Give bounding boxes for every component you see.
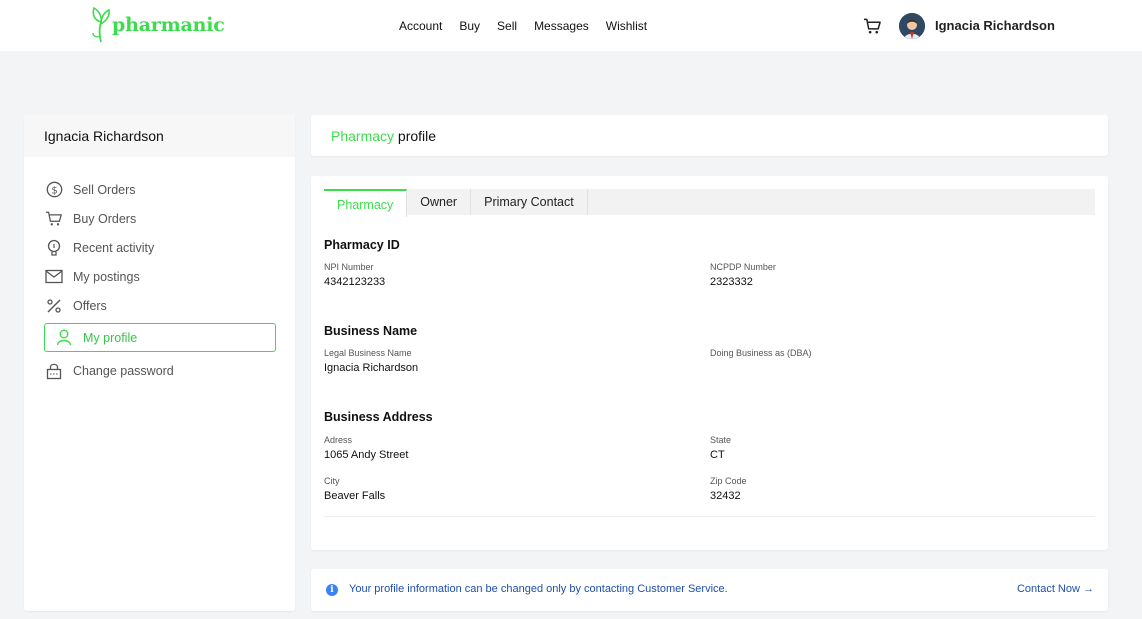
sidebar-item-label: Buy Orders <box>73 211 137 226</box>
user-avatar-icon <box>899 13 925 39</box>
svg-text:$: $ <box>51 185 57 196</box>
section-title-pharmacy-id: Pharmacy ID <box>324 238 400 252</box>
sidebar-item-my-postings[interactable]: My postings <box>44 262 276 291</box>
npi-label: NPI Number <box>324 262 374 272</box>
envelope-icon <box>44 267 64 287</box>
zip-value: 32432 <box>710 490 741 502</box>
avatar[interactable] <box>899 13 925 39</box>
ncpdp-label: NCPDP Number <box>710 262 776 272</box>
cart-icon <box>44 209 64 229</box>
city-label: City <box>324 476 340 486</box>
address-label: Adress <box>324 435 353 445</box>
sidebar-item-change-password[interactable]: Change password <box>44 356 276 385</box>
sidebar-item-label: Recent activity <box>73 240 155 255</box>
sidebar-item-sell-orders[interactable]: $ Sell Orders <box>44 175 276 204</box>
zip-label: Zip Code <box>710 476 747 486</box>
sidebar: Ignacia Richardson $ Sell Orders Buy Ord… <box>24 115 295 611</box>
ncpdp-value: 2323332 <box>710 276 753 288</box>
page-title-rest: profile <box>394 128 437 144</box>
sidebar-item-recent-activity[interactable]: Recent activity <box>44 233 276 262</box>
nav-messages[interactable]: Messages <box>534 18 589 34</box>
lightbulb-icon <box>44 238 64 258</box>
info-message: Your profile information can be changed … <box>349 583 728 595</box>
info-banner: i Your profile information can be change… <box>311 569 1108 611</box>
sidebar-menu: $ Sell Orders Buy Orders Recent activity… <box>44 175 276 385</box>
page-title-accent: Pharmacy <box>331 128 395 144</box>
sidebar-title: Ignacia Richardson <box>24 115 295 157</box>
sidebar-item-my-profile[interactable]: My profile <box>44 323 276 352</box>
user-icon <box>54 328 74 348</box>
nav-buy[interactable]: Buy <box>459 18 480 34</box>
section-title-business-name: Business Name <box>324 324 418 338</box>
sidebar-item-label: My postings <box>73 269 140 284</box>
nav-wishlist[interactable]: Wishlist <box>606 18 647 34</box>
tab-pharmacy[interactable]: Pharmacy <box>324 189 408 217</box>
divider <box>324 516 1095 517</box>
tab-primary-contact[interactable]: Primary Contact <box>471 189 588 215</box>
tab-owner[interactable]: Owner <box>407 189 472 215</box>
page-title: Pharmacy profile <box>311 115 1108 156</box>
npi-value: 4342123233 <box>324 276 386 288</box>
header-username[interactable]: Ignacia Richardson <box>935 18 1055 33</box>
profile-tabs: Pharmacy Owner Primary Contact <box>324 189 1095 217</box>
sidebar-item-label: Offers <box>73 298 107 313</box>
sidebar-item-label: Sell Orders <box>73 182 136 197</box>
contact-now-link[interactable]: Contact Now → <box>1017 583 1094 595</box>
sidebar-item-offers[interactable]: Offers <box>44 291 276 320</box>
nav-sell[interactable]: Sell <box>497 18 517 34</box>
legal-name-label: Legal Business Name <box>324 348 412 358</box>
sidebar-item-buy-orders[interactable]: Buy Orders <box>44 204 276 233</box>
leaf-logo-icon <box>92 6 110 43</box>
state-value: CT <box>710 449 725 461</box>
legal-name-value: Ignacia Richardson <box>324 362 419 374</box>
nav-account[interactable]: Account <box>399 18 442 34</box>
top-header: pharmanic Account Buy Sell Messages Wish… <box>0 0 1142 51</box>
sidebar-item-label: Change password <box>73 363 174 378</box>
brand-name: pharmanic <box>112 14 225 36</box>
city-value: Beaver Falls <box>324 490 386 502</box>
lock-icon <box>44 361 64 381</box>
brand-logo[interactable]: pharmanic <box>90 6 225 44</box>
profile-card: Pharmacy Owner Primary Contact Pharmacy … <box>311 176 1108 550</box>
percent-icon <box>44 296 64 316</box>
cart-icon[interactable] <box>863 17 882 35</box>
dollar-circle-icon: $ <box>44 180 64 200</box>
section-title-business-address: Business Address <box>324 410 433 424</box>
info-icon: i <box>326 584 338 596</box>
sidebar-item-label: My profile <box>83 330 138 345</box>
address-value: 1065 Andy Street <box>324 449 409 461</box>
main-nav: Account Buy Sell Messages Wishlist <box>399 18 664 34</box>
state-label: State <box>710 435 732 445</box>
dba-label: Doing Business as (DBA) <box>710 348 812 358</box>
